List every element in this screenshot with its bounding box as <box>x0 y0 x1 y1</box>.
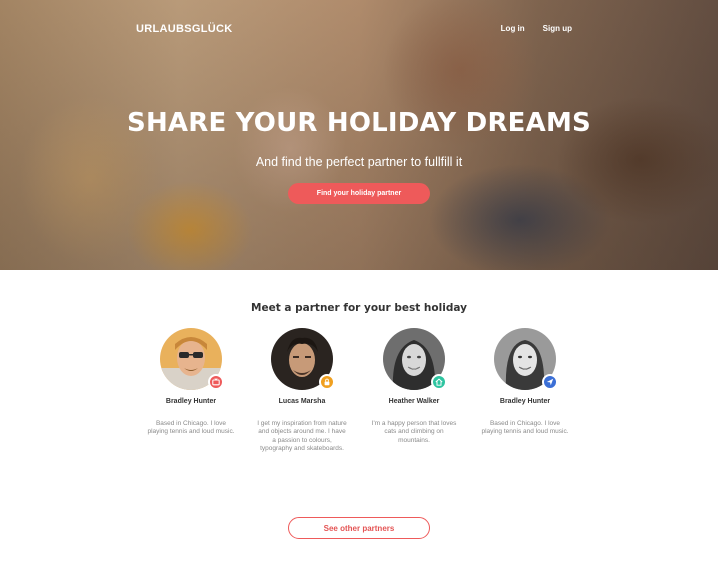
partner-card[interactable]: Bradley Hunter Based in Chicago. I love … <box>141 328 241 437</box>
avatar[interactable] <box>271 328 335 390</box>
find-partner-button[interactable]: Find your holiday partner <box>288 183 430 204</box>
partner-bio: I get my inspiration from nature and obj… <box>257 420 347 453</box>
hero-subtitle: And find the perfect partner to fullfill… <box>255 155 463 169</box>
lock-icon <box>319 374 335 390</box>
partner-name: Bradley Hunter <box>165 398 217 405</box>
avatar[interactable] <box>160 328 224 390</box>
avatar[interactable] <box>383 328 447 390</box>
partner-bio: I'm a happy person that loves cats and c… <box>371 420 457 444</box>
section-title: Meet a partner for your best holiday <box>251 302 467 314</box>
partner-name: Bradley Hunter <box>499 398 551 405</box>
partner-card[interactable]: Lucas Marsha I get my inspiration from n… <box>252 328 352 454</box>
tv-icon <box>208 374 224 390</box>
top-nav: Log in Sign up <box>501 24 572 33</box>
partner-bio: Based in Chicago. I love playing tennis … <box>481 420 569 436</box>
login-link[interactable]: Log in <box>501 24 525 33</box>
partner-bio: Based in Chicago. I love playing tennis … <box>147 420 235 436</box>
hero-banner: URLAUBSGLÜCK Log in Sign up SHARE YOUR H… <box>0 0 718 270</box>
brand-logo[interactable]: URLAUBSGLÜCK <box>136 23 232 35</box>
home-icon <box>431 374 447 390</box>
partner-card[interactable]: Bradley Hunter Based in Chicago. I love … <box>475 328 575 437</box>
hero-title: SHARE YOUR HOLIDAY DREAMS <box>127 108 591 138</box>
partner-name: Lucas Marsha <box>278 398 326 405</box>
signup-link[interactable]: Sign up <box>543 24 572 33</box>
partner-name: Heather Walker <box>388 398 440 405</box>
avatar[interactable] <box>494 328 558 390</box>
partner-card[interactable]: Heather Walker I'm a happy person that l… <box>364 328 464 445</box>
send-icon <box>542 374 558 390</box>
see-other-partners-button[interactable]: See other partners <box>288 517 430 539</box>
partner-list: Bradley Hunter Based in Chicago. I love … <box>0 328 718 478</box>
